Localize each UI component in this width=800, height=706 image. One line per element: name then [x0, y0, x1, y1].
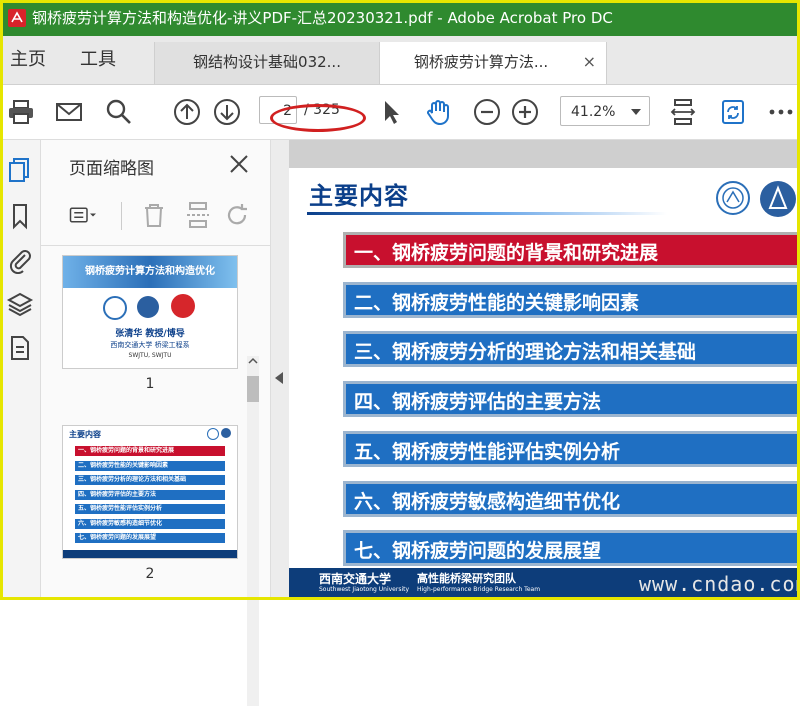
- thumbnail-agenda-item: 六、钢桥疲劳敏感构造细节优化: [75, 518, 225, 529]
- rotate-page-icon[interactable]: [223, 200, 253, 230]
- rotate-view-icon[interactable]: [718, 97, 748, 127]
- bookmark-icon[interactable]: [6, 202, 34, 230]
- thumbnail-page-1[interactable]: 钢桥疲劳计算方法和构造优化 张清华 教授/博导 西南交通大学 桥梁工程系 SWJ…: [63, 256, 237, 368]
- watermark-text: www.cndao.com: [639, 572, 800, 596]
- toolbar-divider: [121, 202, 122, 230]
- slide-title-underline: [307, 212, 667, 215]
- window-title: 钢桥疲劳计算方法和构造优化-讲义PDF-汇总20230321.pdf - Ado…: [32, 9, 613, 27]
- more-tools-icon[interactable]: [766, 97, 796, 127]
- slide-agenda-item: 三、钢桥疲劳分析的理论方法和相关基础: [343, 331, 799, 368]
- pdf-page: 主要内容 一、钢桥疲劳问题的背景和研究进展 二、钢桥疲劳性能的关键影响因素 三、钢桥…: [289, 168, 800, 600]
- thumbnail-agenda-item: 一、钢桥疲劳问题的背景和研究进展: [75, 446, 225, 456]
- annotation-ring: [270, 104, 366, 132]
- slide-agenda-item: 一、钢桥疲劳问题的背景和研究进展: [343, 232, 799, 268]
- panel-splitter[interactable]: [270, 140, 289, 600]
- next-page-icon[interactable]: [212, 97, 242, 127]
- team-logo-icon: [221, 428, 231, 438]
- previous-page-icon[interactable]: [172, 97, 202, 127]
- select-cursor-icon[interactable]: [376, 97, 406, 127]
- print-icon[interactable]: [6, 97, 36, 127]
- footer-university-sub: Southwest Jiaotong University: [319, 586, 410, 593]
- thumbnail-options-icon[interactable]: [69, 200, 99, 230]
- nav-home[interactable]: 主页: [10, 36, 46, 84]
- slide-agenda-item: 五、钢桥疲劳性能评估实例分析: [343, 430, 799, 467]
- thumbnail-agenda-item: 三、钢桥疲劳分析的理论方法和相关基础: [75, 475, 225, 485]
- slide-footer: 西南交通大学 高性能桥梁研究团队 Southwest Jiaotong Univ…: [289, 568, 800, 600]
- university-seal-icon: [716, 181, 750, 215]
- bridge-logo-icon: [171, 294, 195, 318]
- thumbnail-agenda-item: 七、钢桥疲劳问题的发展展望: [75, 533, 225, 543]
- extract-pages-icon[interactable]: [183, 200, 213, 230]
- slide-agenda-item: 四、钢桥疲劳评估的主要方法: [343, 381, 799, 418]
- footer-team-name: 高性能桥梁研究团队: [417, 572, 516, 585]
- tab-document-2-label: 钢桥疲劳计算方法...: [413, 53, 549, 71]
- footer-team-sub: High-performance Bridge Research Team: [417, 586, 541, 593]
- thumbnail-page-2[interactable]: 主要内容 一、钢桥疲劳问题的背景和研究进展 二、钢桥疲劳性能的关键影响因素 三、钢桥…: [63, 426, 237, 558]
- slide-agenda-item: 七、钢桥疲劳问题的发展展望: [343, 530, 799, 567]
- zoom-level-select[interactable]: 41.2%: [560, 96, 650, 126]
- nav-tools[interactable]: 工具: [80, 36, 116, 84]
- tab-document-1[interactable]: 钢结构设计基础032...: [154, 42, 380, 84]
- thumbnail-2-number: 2: [145, 566, 155, 582]
- attachment-icon[interactable]: [6, 246, 34, 274]
- title-bar: 钢桥疲劳计算方法和构造优化-讲义PDF-汇总20230321.pdf - Ado…: [0, 0, 800, 36]
- collapse-panel-icon[interactable]: [275, 372, 283, 384]
- thumbnail-agenda-item: 四、钢桥疲劳评估的主要方法: [75, 489, 225, 500]
- main-toolbar: [0, 85, 800, 140]
- page-thumbnails-icon[interactable]: [6, 156, 34, 184]
- thumbnail-1-sub: SWJTU, SWJTU: [128, 352, 172, 359]
- zoom-level-value: 41.2%: [571, 104, 616, 120]
- thumbnail-agenda-item: 二、钢桥疲劳性能的关键影响因素: [75, 460, 225, 471]
- slide-title: 主要内容: [309, 182, 409, 210]
- thumbnail-agenda-item: 五、钢桥疲劳性能评估实例分析: [75, 504, 225, 514]
- slide-agenda-item: 六、钢桥疲劳敏感构造细节优化: [343, 480, 799, 517]
- university-logo-icon: [207, 428, 219, 440]
- tab-bar: 主页 工具 钢结构设计基础032... 钢桥疲劳计算方法... ×: [0, 36, 800, 85]
- layers-icon[interactable]: [6, 290, 34, 318]
- scrollbar-thumb[interactable]: [247, 376, 259, 402]
- tab-document-2[interactable]: 钢桥疲劳计算方法... ×: [379, 42, 607, 84]
- team-seal-icon: [760, 181, 796, 217]
- thumbnail-1-author: 张清华 教授/博导: [115, 329, 185, 339]
- panel-title: 页面缩略图: [69, 159, 154, 179]
- thumbnail-1-org: 西南交通大学 桥梁工程系: [110, 341, 190, 349]
- university-logo-icon: [103, 296, 127, 320]
- thumbnail-1-title: 钢桥疲劳计算方法和构造优化: [85, 266, 215, 277]
- document-viewer[interactable]: 主要内容 一、钢桥疲劳问题的背景和研究进展 二、钢桥疲劳性能的关键影响因素 三、钢桥…: [289, 140, 800, 600]
- thumbnail-1-number: 1: [145, 376, 155, 392]
- zoom-in-icon[interactable]: [510, 97, 540, 127]
- team-logo-icon: [137, 296, 159, 318]
- delete-page-icon[interactable]: [139, 200, 169, 230]
- document-properties-icon[interactable]: [6, 334, 34, 362]
- chevron-down-icon: [631, 109, 641, 115]
- thumbnails-panel: 页面缩略图 钢桥疲劳计算方法和构造优化 张清华 教授/博导 西南交通大学 桥梁工…: [41, 140, 270, 706]
- tab-document-1-label: 钢结构设计基础032...: [193, 53, 341, 71]
- slide-agenda-item: 二、钢桥疲劳性能的关键影响因素: [343, 281, 799, 318]
- zoom-out-icon[interactable]: [472, 97, 502, 127]
- search-icon[interactable]: [104, 97, 134, 127]
- thumbnail-list: 钢桥疲劳计算方法和构造优化 张清华 教授/博导 西南交通大学 桥梁工程系 SWJ…: [41, 245, 270, 706]
- left-rail: [0, 140, 41, 600]
- thumbnail-2-heading: 主要内容: [69, 430, 101, 439]
- thumbnail-footer: [63, 550, 237, 558]
- email-icon[interactable]: [54, 97, 84, 127]
- fit-page-icon[interactable]: [668, 97, 698, 127]
- hand-tool-icon[interactable]: [424, 97, 454, 127]
- acrobat-app-icon: [8, 9, 26, 27]
- close-icon[interactable]: [227, 152, 251, 176]
- thumbnail-scrollbar[interactable]: [247, 356, 259, 706]
- tab-close-icon[interactable]: ×: [583, 42, 596, 82]
- scroll-up-icon[interactable]: [248, 356, 258, 366]
- footer-university-name: 西南交通大学: [319, 572, 392, 586]
